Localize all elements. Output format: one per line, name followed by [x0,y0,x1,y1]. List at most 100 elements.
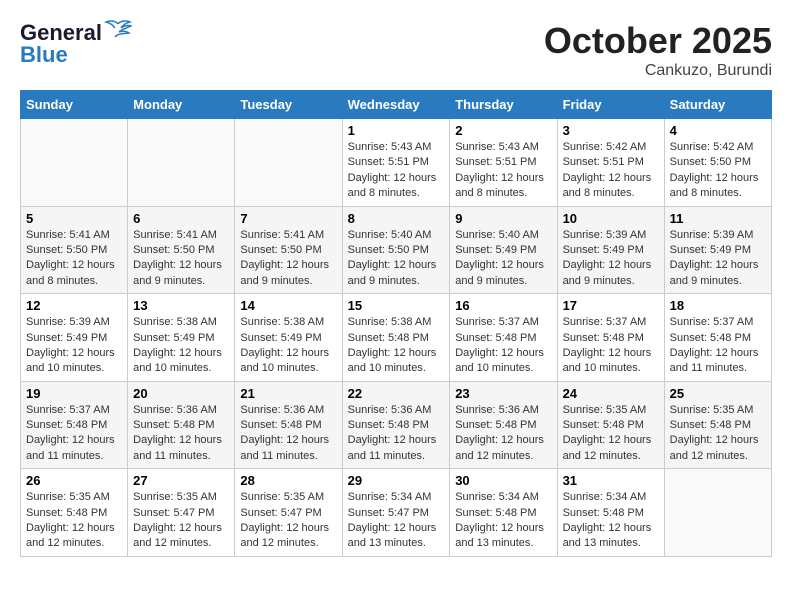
week-row-4: 19Sunrise: 5:37 AM Sunset: 5:48 PM Dayli… [21,381,772,469]
page-header: General Blue October 2025 Cankuzo, Burun… [20,20,772,80]
calendar-cell: 29Sunrise: 5:34 AM Sunset: 5:47 PM Dayli… [342,469,450,557]
calendar-cell: 9Sunrise: 5:40 AM Sunset: 5:49 PM Daylig… [450,206,557,294]
day-info: Sunrise: 5:35 AM Sunset: 5:47 PM Dayligh… [240,490,336,552]
day-number: 4 [670,123,766,138]
day-info: Sunrise: 5:42 AM Sunset: 5:51 PM Dayligh… [563,140,659,202]
day-info: Sunrise: 5:37 AM Sunset: 5:48 PM Dayligh… [563,315,659,377]
day-info: Sunrise: 5:41 AM Sunset: 5:50 PM Dayligh… [26,228,122,290]
day-info: Sunrise: 5:35 AM Sunset: 5:48 PM Dayligh… [670,403,766,465]
day-number: 23 [455,386,551,401]
calendar-cell: 2 Sunrise: 5:43 AM Sunset: 5:51 PM Daylig… [450,119,557,207]
day-info: Sunrise: 5:36 AM Sunset: 5:48 PM Dayligh… [455,403,551,465]
day-number: 14 [240,298,336,313]
calendar-cell: 25 Sunrise: 5:35 AM Sunset: 5:48 PM Dayli… [664,381,771,469]
day-info: Sunrise: 5:39 AM Sunset: 5:49 PM Dayligh… [26,315,122,377]
day-info: Sunrise: 5:38 AM Sunset: 5:48 PM Dayligh… [348,315,445,377]
day-number: 30 [455,473,551,488]
day-number: 13 [133,298,229,313]
day-number: 17 [563,298,659,313]
day-info: Sunrise: 5:35 AM Sunset: 5:47 PM Dayligh… [133,490,229,552]
calendar-cell [128,119,235,207]
day-number: 28 [240,473,336,488]
day-info: Sunrise: 5:34 AM Sunset: 5:48 PM Dayligh… [563,490,659,552]
day-info: Sunrise: 5:37 AM Sunset: 5:48 PM Dayligh… [670,315,766,377]
day-number: 25 [670,386,766,401]
calendar-cell: 10 Sunrise: 5:39 AM Sunset: 5:49 PM Dayli… [557,206,664,294]
day-info: Sunrise: 5:40 AM Sunset: 5:49 PM Dayligh… [455,228,551,290]
calendar-cell: 11 Sunrise: 5:39 AM Sunset: 5:49 PM Dayli… [664,206,771,294]
week-row-1: 1Sunrise: 5:43 AM Sunset: 5:51 PM Daylig… [21,119,772,207]
calendar-cell: 8Sunrise: 5:40 AM Sunset: 5:50 PM Daylig… [342,206,450,294]
calendar-cell: 13 Sunrise: 5:38 AM Sunset: 5:49 PM Dayli… [128,294,235,382]
calendar-cell: 16 Sunrise: 5:37 AM Sunset: 5:48 PM Dayli… [450,294,557,382]
calendar-cell: 17 Sunrise: 5:37 AM Sunset: 5:48 PM Dayli… [557,294,664,382]
day-info: Sunrise: 5:36 AM Sunset: 5:48 PM Dayligh… [348,403,445,465]
day-number: 8 [348,211,445,226]
calendar-cell: 19Sunrise: 5:37 AM Sunset: 5:48 PM Dayli… [21,381,128,469]
calendar-cell: 22Sunrise: 5:36 AM Sunset: 5:48 PM Dayli… [342,381,450,469]
calendar-cell: 12Sunrise: 5:39 AM Sunset: 5:49 PM Dayli… [21,294,128,382]
calendar-cell [664,469,771,557]
calendar-cell: 5 Sunrise: 5:41 AM Sunset: 5:50 PM Daylig… [21,206,128,294]
day-number: 31 [563,473,659,488]
day-number: 7 [240,211,336,226]
day-info: Sunrise: 5:34 AM Sunset: 5:48 PM Dayligh… [455,490,551,552]
day-number: 6 [133,211,229,226]
calendar-cell: 26Sunrise: 5:35 AM Sunset: 5:48 PM Dayli… [21,469,128,557]
day-number: 18 [670,298,766,313]
weekday-header-friday: Friday [557,91,664,119]
calendar-cell: 6 Sunrise: 5:41 AM Sunset: 5:50 PM Daylig… [128,206,235,294]
day-info: Sunrise: 5:39 AM Sunset: 5:49 PM Dayligh… [563,228,659,290]
logo-bird-icon [104,20,132,42]
logo: General Blue [20,20,132,68]
weekday-header-monday: Monday [128,91,235,119]
day-info: Sunrise: 5:43 AM Sunset: 5:51 PM Dayligh… [348,140,445,202]
day-info: Sunrise: 5:39 AM Sunset: 5:49 PM Dayligh… [670,228,766,290]
calendar-cell: 30 Sunrise: 5:34 AM Sunset: 5:48 PM Dayli… [450,469,557,557]
day-info: Sunrise: 5:41 AM Sunset: 5:50 PM Dayligh… [133,228,229,290]
calendar-cell: 7 Sunrise: 5:41 AM Sunset: 5:50 PM Daylig… [235,206,342,294]
day-info: Sunrise: 5:36 AM Sunset: 5:48 PM Dayligh… [240,403,336,465]
day-info: Sunrise: 5:43 AM Sunset: 5:51 PM Dayligh… [455,140,551,202]
day-info: Sunrise: 5:37 AM Sunset: 5:48 PM Dayligh… [26,403,122,465]
calendar-cell: 21Sunrise: 5:36 AM Sunset: 5:48 PM Dayli… [235,381,342,469]
weekday-header-wednesday: Wednesday [342,91,450,119]
day-number: 16 [455,298,551,313]
day-info: Sunrise: 5:42 AM Sunset: 5:50 PM Dayligh… [670,140,766,202]
day-info: Sunrise: 5:35 AM Sunset: 5:48 PM Dayligh… [563,403,659,465]
weekday-header-sunday: Sunday [21,91,128,119]
location: Cankuzo, Burundi [544,62,772,80]
calendar-cell: 14 Sunrise: 5:38 AM Sunset: 5:49 PM Dayli… [235,294,342,382]
day-info: Sunrise: 5:38 AM Sunset: 5:49 PM Dayligh… [240,315,336,377]
logo-blue: Blue [20,42,68,68]
month-title: October 2025 [544,20,772,62]
calendar-cell: 20Sunrise: 5:36 AM Sunset: 5:48 PM Dayli… [128,381,235,469]
day-number: 24 [563,386,659,401]
weekday-header-tuesday: Tuesday [235,91,342,119]
day-info: Sunrise: 5:38 AM Sunset: 5:49 PM Dayligh… [133,315,229,377]
day-number: 10 [563,211,659,226]
day-number: 3 [563,123,659,138]
day-info: Sunrise: 5:36 AM Sunset: 5:48 PM Dayligh… [133,403,229,465]
calendar-cell: 23 Sunrise: 5:36 AM Sunset: 5:48 PM Dayli… [450,381,557,469]
day-number: 27 [133,473,229,488]
day-number: 26 [26,473,122,488]
calendar-cell: 27 Sunrise: 5:35 AM Sunset: 5:47 PM Dayli… [128,469,235,557]
calendar-cell: 1Sunrise: 5:43 AM Sunset: 5:51 PM Daylig… [342,119,450,207]
day-info: Sunrise: 5:41 AM Sunset: 5:50 PM Dayligh… [240,228,336,290]
calendar-cell: 18 Sunrise: 5:37 AM Sunset: 5:48 PM Dayli… [664,294,771,382]
day-number: 15 [348,298,445,313]
calendar-cell [21,119,128,207]
calendar-cell: 3 Sunrise: 5:42 AM Sunset: 5:51 PM Daylig… [557,119,664,207]
weekday-header-row: SundayMondayTuesdayWednesdayThursdayFrid… [21,91,772,119]
calendar-cell: 28 Sunrise: 5:35 AM Sunset: 5:47 PM Dayli… [235,469,342,557]
weekday-header-thursday: Thursday [450,91,557,119]
day-number: 2 [455,123,551,138]
title-block: October 2025 Cankuzo, Burundi [544,20,772,80]
day-number: 5 [26,211,122,226]
day-info: Sunrise: 5:37 AM Sunset: 5:48 PM Dayligh… [455,315,551,377]
week-row-2: 5 Sunrise: 5:41 AM Sunset: 5:50 PM Daylig… [21,206,772,294]
day-number: 11 [670,211,766,226]
week-row-3: 12Sunrise: 5:39 AM Sunset: 5:49 PM Dayli… [21,294,772,382]
calendar-cell [235,119,342,207]
